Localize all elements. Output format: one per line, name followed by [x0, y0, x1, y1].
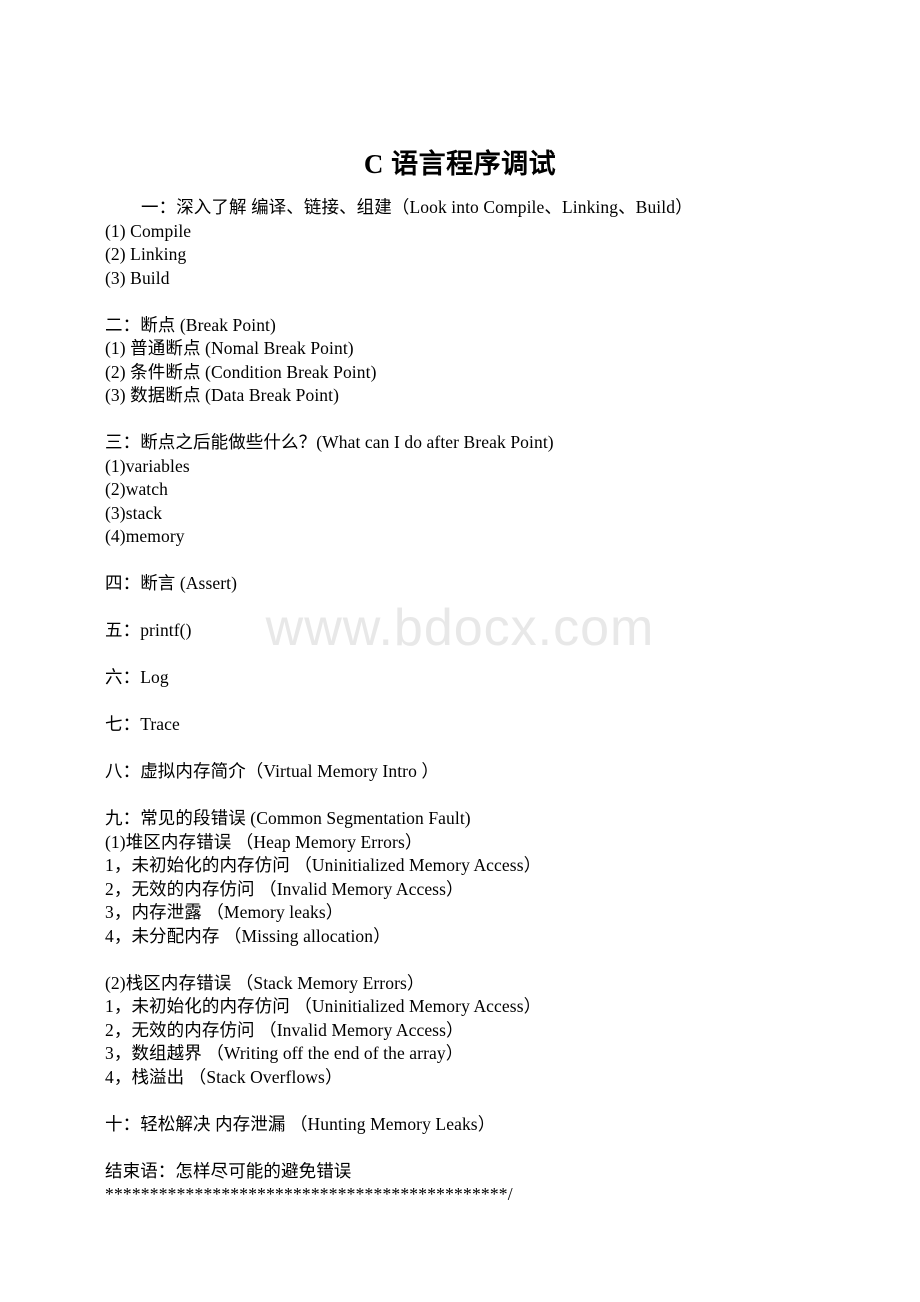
section-item: (1)variables — [105, 455, 190, 476]
section-item: 4，栈溢出 （Stack Overflows） — [105, 1066, 343, 1087]
section-item: 1，未初始化的内存仿问 （Uninitialized Memory Access… — [105, 996, 542, 1016]
section-item: 3，内存泄露 （Memory leaks） — [105, 902, 344, 922]
section-item: (1)堆区内存错误 （Heap Memory Errors） — [105, 831, 423, 852]
section-item: 3，数组越界 （Writing off the end of the array… — [105, 1043, 464, 1063]
separator-line: ****************************************… — [105, 1184, 513, 1204]
section-heading: 五：printf() — [105, 620, 192, 640]
section-item: (4)memory — [105, 526, 185, 546]
section-item: 2，无效的内存仿问 （Invalid Memory Access） — [105, 878, 464, 899]
section-item: (2) 条件断点 (Condition Break Point) — [105, 361, 377, 382]
section-item: 1，未初始化的内存仿问 （Uninitialized Memory Access… — [105, 855, 542, 875]
section-heading: 十：轻松解决 内存泄漏 （Hunting Memory Leaks） — [105, 1113, 496, 1134]
section-heading: 八：虚拟内存简介（Virtual Memory Intro ） — [105, 761, 440, 781]
section-heading: 一：深入了解 编译、链接、组建（Look into Compile、Linkin… — [141, 197, 693, 217]
section-heading: 二：断点 (Break Point) — [105, 314, 276, 335]
section-item: (2)栈区内存错误 （Stack Memory Errors） — [105, 972, 425, 993]
section-heading: 九：常见的段错误 (Common Segmentation Fault) — [105, 808, 471, 828]
section-item: (3)stack — [105, 502, 163, 523]
document-page: C 语言程序调试 一：深入了解 编译、链接、组建（Look into Compi… — [0, 0, 920, 1302]
section-item: (3) 数据断点 (Data Break Point) — [105, 385, 340, 405]
page-title: C 语言程序调试 — [363, 149, 557, 179]
document-body: 一：深入了解 编译、链接、组建（Look into Compile、Linkin… — [105, 196, 805, 1207]
section-item: (1) 普通断点 (Nomal Break Point) — [105, 338, 354, 358]
section-item: (1) Compile — [105, 220, 192, 241]
section-heading: 七：Trace — [105, 714, 180, 734]
section-item: (2) Linking — [105, 244, 187, 264]
section-item: 2，无效的内存仿问 （Invalid Memory Access） — [105, 1019, 464, 1040]
section-item: 4，未分配内存 （Missing allocation） — [105, 925, 391, 946]
section-heading: 三：断点之后能做些什么？(What can I do after Break P… — [105, 432, 554, 452]
section-heading: 四：断言 (Assert) — [105, 573, 238, 593]
section-item: (3) Build — [105, 267, 170, 288]
section-heading: 六：Log — [105, 667, 169, 687]
section-item: (2)watch — [105, 479, 168, 499]
closing-line: 结束语：怎样尽可能的避免错误 — [105, 1160, 352, 1181]
